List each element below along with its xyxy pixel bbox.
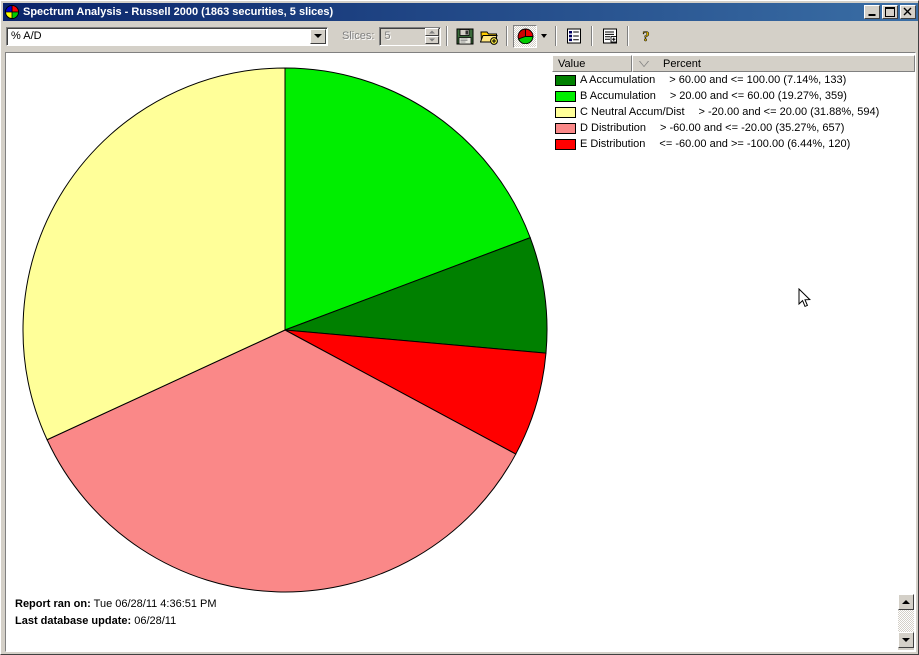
mouse-cursor-icon [798,287,812,309]
legend-row-name: C Neutral Accum/Dist [580,106,685,118]
legend-row-description: > 60.00 and <= 100.00 (7.14%, 133) [669,74,847,86]
pie-chart-icon [4,4,20,20]
minimize-button[interactable] [864,5,880,19]
legend-color-swatch [555,138,576,150]
chart-type-dropdown-icon[interactable] [537,25,550,48]
legend-row-description: > -20.00 and <= 20.00 (31.88%, 594) [698,106,880,118]
legend-panel: Value Percent A Accumulation > 60.00 and … [552,55,915,152]
report-button[interactable] [562,25,586,48]
db-update-label: Last database update: [15,615,132,627]
legend-color-swatch [555,122,576,134]
list-add-icon [603,28,618,44]
add-report-button[interactable] [598,25,622,48]
report-ran-label: Report ran on: [15,598,91,610]
title-bar[interactable]: Spectrum Analysis - Russell 2000 (1863 s… [3,3,918,21]
toolbar-separator [506,26,509,46]
legend-row-name: E Distribution [580,138,646,150]
db-update-line: Last database update: 06/28/11 [15,613,217,630]
svg-text:?: ? [643,29,651,44]
vertical-scrollbar[interactable] [898,594,914,650]
report-client-area: Value Percent A Accumulation > 60.00 and … [5,52,916,652]
legend-row-description: <= -60.00 and >= -100.00 (6.44%, 120) [659,138,851,150]
pie-chart-svg [22,67,548,593]
legend-color-swatch [555,106,576,118]
legend-rows: A Accumulation > 60.00 and <= 100.00 (7.1… [552,72,915,152]
legend-color-swatch [555,90,576,102]
legend-column-percent-label: Percent [663,57,701,70]
open-folder-add-icon [479,31,498,45]
list-report-icon [567,28,582,44]
legend-row[interactable]: A Accumulation > 60.00 and <= 100.00 (7.1… [552,72,915,88]
scroll-up-icon[interactable] [898,594,914,610]
save-button[interactable] [453,25,477,48]
legend-row-name: A Accumulation [580,74,656,86]
help-button[interactable]: ? [634,25,658,48]
toolbar-separator [627,26,630,46]
pie-chart-icon [517,28,534,44]
legend-color-swatch [555,74,576,86]
toolbar-separator [555,26,558,46]
legend-header-row: Value Percent [552,55,915,72]
report-ran-line: Report ran on: Tue 06/28/11 4:36:51 PM [15,596,217,613]
legend-row-description: > 20.00 and <= 60.00 (19.27%, 359) [669,90,847,102]
open-button[interactable] [477,25,501,48]
spectrum-analysis-window: Spectrum Analysis - Russell 2000 (1863 s… [0,0,919,655]
toolbar-separator [591,26,594,46]
slices-increment-button[interactable] [425,28,440,36]
chevron-down-icon[interactable] [310,28,326,44]
metric-select[interactable]: % A/D [6,26,328,46]
report-ran-value: Tue 06/28/11 4:36:51 PM [93,598,217,610]
legend-column-percent[interactable]: Percent [632,55,915,72]
legend-row-description: > -60.00 and <= -20.00 (35.27%, 657) [660,122,845,134]
window-title: Spectrum Analysis - Russell 2000 (1863 s… [23,6,334,18]
floppy-disk-icon [456,28,474,44]
chart-type-button[interactable] [513,24,538,48]
sort-descending-icon [639,60,649,67]
legend-row-name: B Accumulation [580,90,656,102]
slices-decrement-button[interactable] [425,36,440,44]
scrollbar-track[interactable] [898,610,914,632]
legend-row[interactable]: B Accumulation > 20.00 and <= 60.00 (19.2… [552,88,915,104]
legend-column-value[interactable]: Value [552,55,632,72]
maximize-button[interactable] [882,5,898,19]
slices-spin-buttons [425,28,440,44]
toolbar: % A/D Slices: 5 ? [3,22,918,50]
toolbar-separator [446,26,449,46]
window-controls [864,5,917,19]
report-footer: Report ran on: Tue 06/28/11 4:36:51 PM L… [15,596,217,630]
db-update-value: 06/28/11 [134,615,177,627]
pie-chart[interactable] [21,66,549,594]
legend-row[interactable]: E Distribution <= -60.00 and >= -100.00 (… [552,136,915,152]
question-mark-icon: ? [642,29,651,44]
close-button[interactable] [900,5,916,19]
legend-row-name: D Distribution [580,122,647,134]
slices-label: Slices: [342,30,375,42]
legend-row[interactable]: D Distribution > -60.00 and <= -20.00 (35… [552,120,915,136]
metric-select-value: % A/D [11,30,42,42]
legend-row[interactable]: C Neutral Accum/Dist > -20.00 and <= 20.0… [552,104,915,120]
slices-value: 5 [384,30,391,42]
scroll-down-icon[interactable] [898,632,914,648]
slices-stepper[interactable]: 5 [379,26,442,46]
